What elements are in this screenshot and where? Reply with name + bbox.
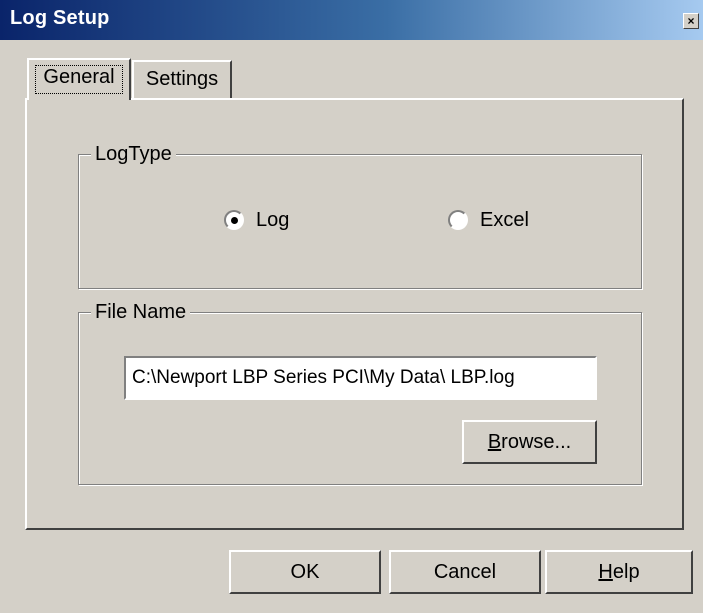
radio-excel-label[interactable]: Excel xyxy=(480,208,529,232)
radio-excel-circle[interactable] xyxy=(448,210,468,230)
tab-general[interactable]: General xyxy=(27,58,131,100)
radio-log-circle[interactable] xyxy=(224,210,244,230)
radio-selected-dot-icon xyxy=(231,217,238,224)
browse-label: rowse... xyxy=(501,431,572,453)
help-accelerator: H xyxy=(598,561,613,583)
log-type-group-label: LogType xyxy=(91,142,176,166)
browse-accelerator: B xyxy=(487,431,502,453)
help-button[interactable]: Help xyxy=(545,550,693,594)
file-name-group-label: File Name xyxy=(91,300,191,324)
close-button[interactable]: × xyxy=(683,13,699,29)
tab-settings[interactable]: Settings xyxy=(132,60,232,98)
log-setup-dialog: Log Setup × General Settings LogType Log… xyxy=(0,0,703,613)
radio-log-label[interactable]: Log xyxy=(256,208,289,232)
focus-rectangle xyxy=(35,65,123,94)
close-icon: × xyxy=(687,14,695,28)
help-label: elp xyxy=(612,561,640,583)
file-path-input[interactable]: C:\Newport LBP Series PCI\My Data\ LBP.l… xyxy=(124,356,597,400)
ok-button[interactable]: OK xyxy=(229,550,381,594)
cancel-button[interactable]: Cancel xyxy=(389,550,541,594)
ok-label: OK xyxy=(290,561,320,583)
log-type-group: LogType xyxy=(78,142,642,289)
window-title: Log Setup xyxy=(10,7,110,29)
tab-settings-label: Settings xyxy=(145,68,219,90)
title-bar[interactable]: Log Setup × xyxy=(0,0,703,40)
browse-button[interactable]: Browse... xyxy=(462,420,597,464)
cancel-label: Cancel xyxy=(433,561,497,583)
